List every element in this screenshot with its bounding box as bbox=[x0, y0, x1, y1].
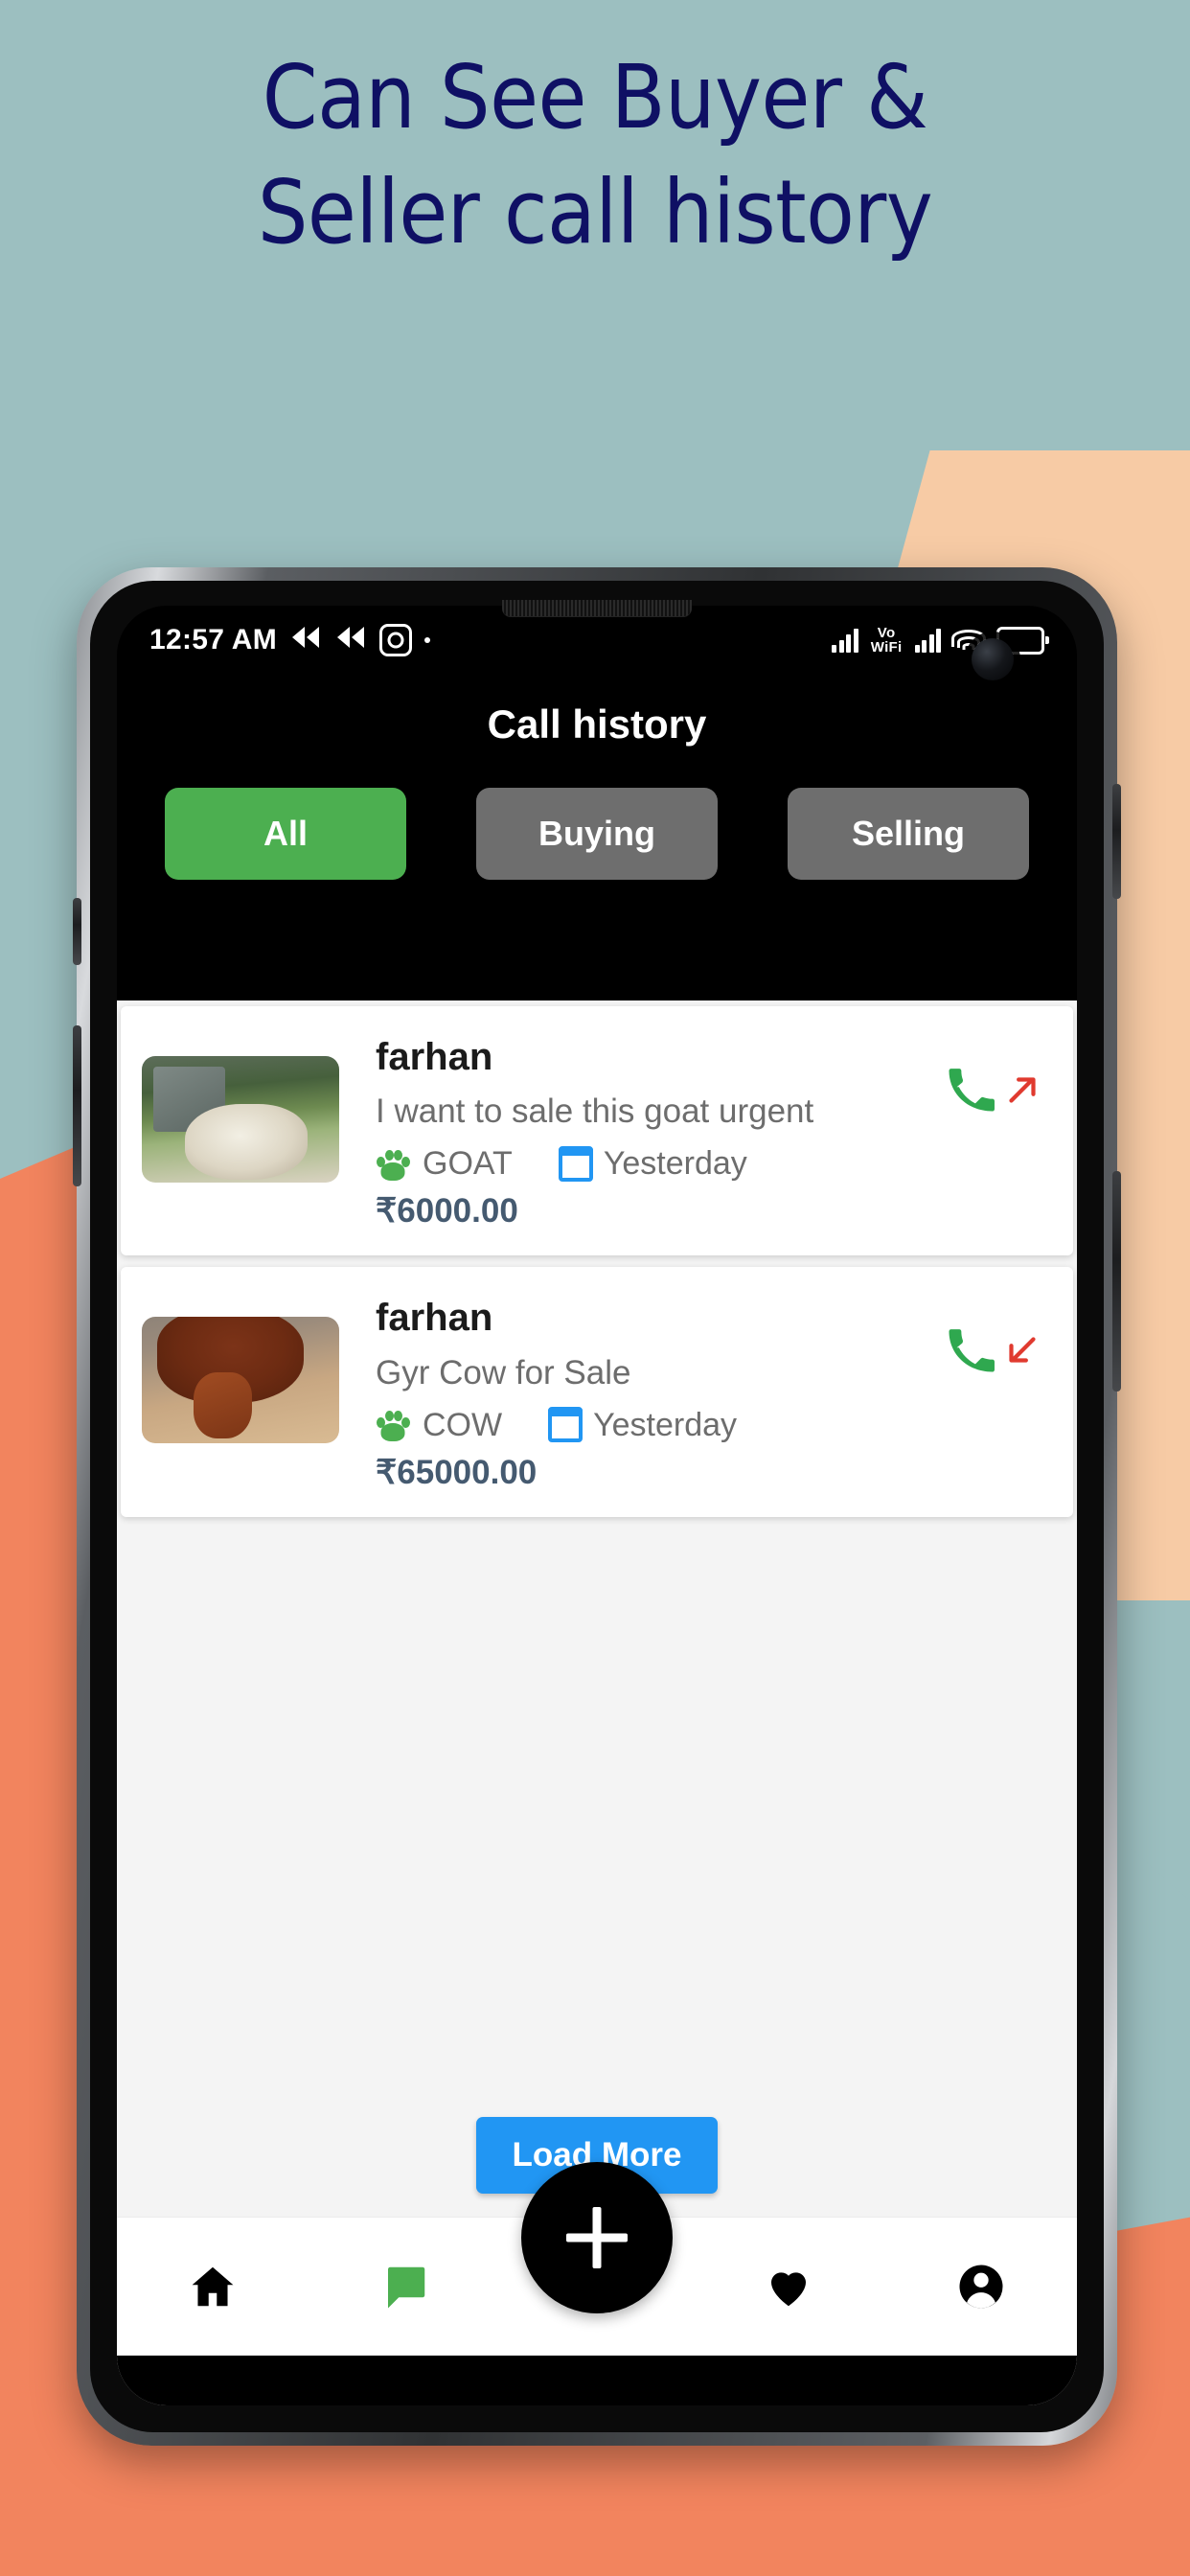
account-circle-icon bbox=[955, 2261, 1007, 2312]
listing-category: GOAT bbox=[423, 1145, 513, 1183]
plus-icon bbox=[566, 2207, 628, 2268]
phone-button-left-upper[interactable] bbox=[73, 898, 81, 965]
call-row-body: farhan I want to sale this goat urgent G… bbox=[339, 1031, 941, 1230]
status-bar-time: 12:57 AM bbox=[149, 624, 278, 656]
phone-screen: 12:57 AM Vo WiFi Call history All Buying… bbox=[117, 606, 1077, 2405]
nav-chat[interactable] bbox=[348, 2261, 463, 2312]
phone-button-right-upper[interactable] bbox=[1112, 784, 1121, 899]
phone-handset-icon bbox=[945, 1064, 996, 1116]
tab-all[interactable]: All bbox=[165, 788, 406, 880]
bottom-navigation bbox=[117, 2162, 1077, 2356]
nav-account[interactable] bbox=[924, 2261, 1039, 2312]
headline-line-1: Can See Buyer & bbox=[262, 46, 928, 149]
filter-tabs: All Buying Selling bbox=[117, 748, 1077, 905]
listing-description: I want to sale this goat urgent bbox=[376, 1092, 814, 1131]
tab-buying-label: Buying bbox=[538, 814, 655, 853]
media-back-icon-2 bbox=[334, 625, 367, 656]
front-camera-icon bbox=[972, 638, 1014, 680]
tab-all-label: All bbox=[263, 814, 308, 853]
add-listing-button[interactable] bbox=[521, 2162, 673, 2313]
nav-favorites[interactable] bbox=[731, 2261, 846, 2312]
call-history-row[interactable]: farhan Gyr Cow for Sale COW Yesterday ₹6… bbox=[121, 1267, 1073, 1517]
instagram-icon bbox=[379, 624, 413, 656]
call-history-content: farhan I want to sale this goat urgent G… bbox=[117, 1000, 1077, 2405]
calendar-icon bbox=[558, 1145, 593, 1182]
heart-icon bbox=[763, 2261, 814, 2312]
phone-button-right-lower[interactable] bbox=[1112, 1171, 1121, 1392]
volte-label-bottom: WiFi bbox=[870, 639, 903, 656]
chat-bubble-icon bbox=[379, 2261, 431, 2312]
arrow-down-left-icon bbox=[1000, 1328, 1044, 1372]
tab-selling-label: Selling bbox=[851, 814, 966, 853]
listing-meta: COW Yesterday bbox=[376, 1407, 941, 1444]
call-history-row[interactable]: farhan I want to sale this goat urgent G… bbox=[121, 1006, 1073, 1256]
media-back-icon bbox=[289, 625, 322, 656]
system-navigation-bar bbox=[117, 2356, 1077, 2405]
arrow-up-right-icon bbox=[1000, 1068, 1044, 1112]
signal-bars-icon bbox=[832, 628, 858, 653]
call-date: Yesterday bbox=[593, 1406, 738, 1443]
call-status-group[interactable] bbox=[941, 1031, 1048, 1116]
phone-button-left-lower[interactable] bbox=[73, 1025, 81, 1186]
listing-price: ₹65000.00 bbox=[376, 1453, 538, 1491]
phone-bezel: 12:57 AM Vo WiFi Call history All Buying… bbox=[90, 581, 1104, 2432]
call-status-group[interactable] bbox=[941, 1292, 1048, 1376]
listing-price: ₹6000.00 bbox=[376, 1192, 518, 1230]
listing-description: Gyr Cow for Sale bbox=[376, 1353, 631, 1392]
listing-meta: GOAT Yesterday bbox=[376, 1145, 941, 1183]
status-bar-left: 12:57 AM bbox=[149, 624, 431, 656]
call-date: Yesterday bbox=[603, 1145, 747, 1183]
signal-bars-icon-2 bbox=[914, 628, 941, 653]
dot-icon bbox=[424, 637, 431, 643]
call-history-list: farhan I want to sale this goat urgent G… bbox=[117, 1000, 1077, 2117]
page-title: Call history bbox=[487, 702, 707, 747]
home-icon bbox=[187, 2261, 239, 2312]
listing-category: COW bbox=[423, 1406, 503, 1443]
phone-handset-icon bbox=[945, 1324, 996, 1376]
tab-selling[interactable]: Selling bbox=[788, 788, 1029, 880]
listing-thumbnail bbox=[142, 1056, 339, 1183]
phone-mockup: 12:57 AM Vo WiFi Call history All Buying… bbox=[73, 567, 1121, 2446]
contact-name: farhan bbox=[376, 1036, 493, 1078]
volte-icon: Vo WiFi bbox=[871, 626, 903, 655]
listing-thumbnail bbox=[142, 1317, 339, 1444]
call-row-body: farhan Gyr Cow for Sale COW Yesterday ₹6… bbox=[339, 1292, 941, 1491]
nav-home[interactable] bbox=[155, 2261, 270, 2312]
promo-headline: Can See Buyer & Seller call history bbox=[0, 40, 1190, 269]
paw-icon bbox=[376, 1408, 410, 1442]
calendar-icon bbox=[548, 1407, 584, 1443]
status-bar-right: Vo WiFi bbox=[832, 626, 1049, 655]
paw-icon bbox=[376, 1147, 410, 1182]
headline-line-2: Seller call history bbox=[257, 160, 933, 264]
tab-buying[interactable]: Buying bbox=[476, 788, 718, 880]
earpiece-speaker-icon bbox=[502, 600, 692, 617]
contact-name: farhan bbox=[376, 1297, 493, 1340]
